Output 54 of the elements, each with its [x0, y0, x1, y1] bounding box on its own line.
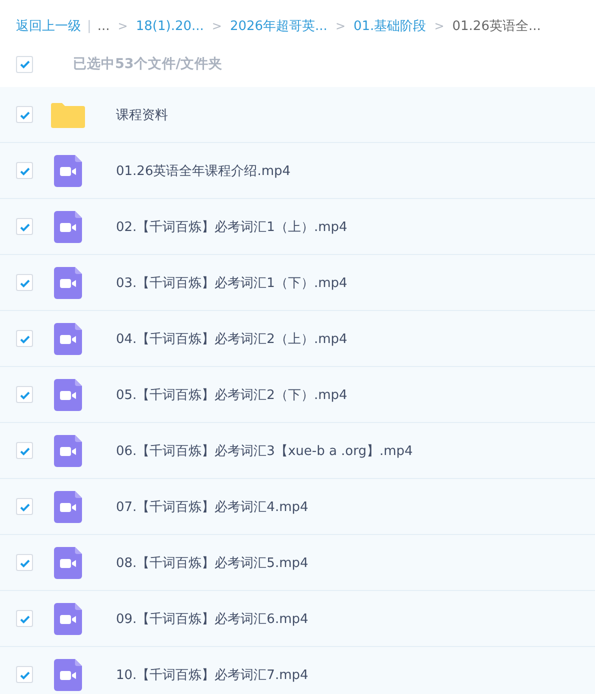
- file-row[interactable]: 03.【千词百炼】必考词汇1（下）.mp4: [0, 255, 595, 311]
- file-row[interactable]: 08.【千词百炼】必考词汇5.mp4: [0, 535, 595, 591]
- file-name: 05.【千词百炼】必考词汇2（下）.mp4: [116, 386, 348, 404]
- file-name: 07.【千词百炼】必考词汇4.mp4: [116, 498, 308, 516]
- video-file-icon: [54, 546, 82, 578]
- file-row[interactable]: 10.【千词百炼】必考词汇7.mp4: [0, 647, 595, 694]
- breadcrumb-text: 01.26英语全...: [452, 18, 541, 35]
- video-file-icon: [54, 154, 82, 186]
- row-checkbox[interactable]: [16, 442, 33, 459]
- video-file-icon: [54, 322, 82, 354]
- file-name: 03.【千词百炼】必考词汇1（下）.mp4: [116, 274, 348, 292]
- file-row[interactable]: 课程资料: [0, 87, 595, 143]
- file-name: 04.【千词百炼】必考词汇2（上）.mp4: [116, 330, 348, 348]
- row-checkbox[interactable]: [16, 218, 33, 235]
- check-icon: [18, 58, 30, 70]
- crumb-separator: >: [118, 19, 128, 33]
- row-checkbox[interactable]: [16, 666, 33, 683]
- file-row[interactable]: 05.【千词百炼】必考词汇2（下）.mp4: [0, 367, 595, 423]
- video-file-icon: [54, 434, 82, 466]
- file-name: 01.26英语全年课程介绍.mp4: [116, 162, 291, 180]
- file-name: 06.【千词百炼】必考词汇3【xue-b a .org】.mp4: [116, 442, 413, 460]
- file-row[interactable]: 01.26英语全年课程介绍.mp4: [0, 143, 595, 199]
- row-checkbox[interactable]: [16, 106, 33, 123]
- file-name: 10.【千词百炼】必考词汇7.mp4: [116, 666, 308, 684]
- video-file-icon: [54, 210, 82, 242]
- row-checkbox[interactable]: [16, 498, 33, 515]
- row-checkbox[interactable]: [16, 162, 33, 179]
- video-file-icon: [54, 490, 82, 522]
- video-file-icon: [54, 378, 82, 410]
- file-row[interactable]: 04.【千词百炼】必考词汇2（上）.mp4: [0, 311, 595, 367]
- select-all-checkbox[interactable]: [16, 56, 33, 72]
- row-checkbox[interactable]: [16, 330, 33, 347]
- video-file-icon: [54, 658, 82, 690]
- file-name: 09.【千词百炼】必考词汇6.mp4: [116, 610, 308, 628]
- crumb-separator: >: [434, 19, 444, 33]
- video-file-icon: [54, 602, 82, 634]
- file-row[interactable]: 07.【千词百炼】必考词汇4.mp4: [0, 479, 595, 535]
- file-name: 02.【千词百炼】必考词汇1（上）.mp4: [116, 218, 348, 236]
- file-row[interactable]: 06.【千词百炼】必考词汇3【xue-b a .org】.mp4: [0, 423, 595, 479]
- row-checkbox[interactable]: [16, 610, 33, 627]
- file-name: 08.【千词百炼】必考词汇5.mp4: [116, 554, 308, 572]
- file-row[interactable]: 02.【千词百炼】必考词汇1（上）.mp4: [0, 199, 595, 255]
- row-checkbox[interactable]: [16, 554, 33, 571]
- file-name: 课程资料: [116, 106, 168, 124]
- divider: |: [87, 18, 92, 34]
- video-file-icon: [54, 266, 82, 298]
- selection-count: 已选中53个文件/文件夹: [73, 55, 223, 73]
- crumb-separator: >: [212, 19, 222, 33]
- folder-icon: [51, 102, 85, 128]
- row-checkbox[interactable]: [16, 386, 33, 403]
- file-row[interactable]: 09.【千词百炼】必考词汇6.mp4: [0, 591, 595, 647]
- row-checkbox[interactable]: [16, 274, 33, 291]
- crumb-separator: >: [335, 19, 346, 33]
- breadcrumb-text: ...: [97, 18, 110, 34]
